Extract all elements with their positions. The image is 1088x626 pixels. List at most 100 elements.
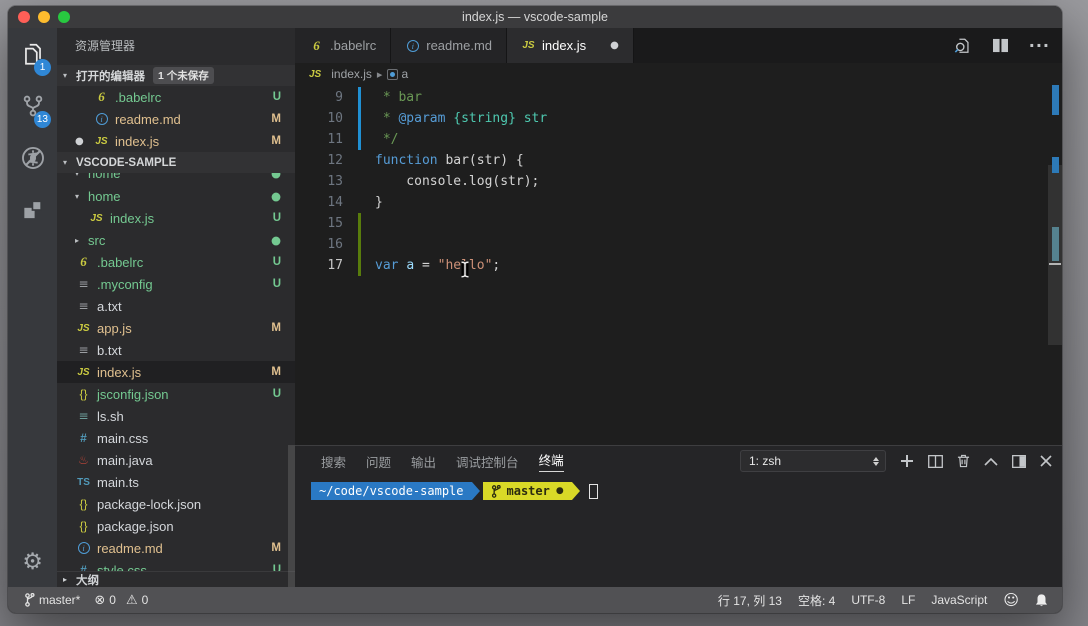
code-line[interactable]: 16 [295, 234, 1062, 255]
tree-item-mainjava[interactable]: ♨ main.java [57, 449, 295, 471]
tab-babelrc[interactable]: 6 .babelrc [295, 28, 391, 63]
code-line[interactable]: 12 function bar(str) { [295, 150, 1062, 171]
dirty-dot-icon[interactable]: ● [610, 40, 619, 51]
overview-ruler[interactable] [1048, 85, 1062, 445]
warning-icon: ⚠ [126, 593, 138, 608]
text-file-icon: ≡ [75, 299, 92, 313]
info-icon: i [407, 40, 419, 52]
explorer-badge: 1 [34, 59, 51, 76]
toggle-panel-position-icon[interactable] [1012, 455, 1026, 468]
info-icon: i [96, 113, 108, 125]
settings-gear-icon[interactable]: ⚙ [8, 549, 57, 575]
sidebar-title: 资源管理器 [57, 28, 295, 65]
ts-icon: TS [75, 477, 92, 488]
open-editor-readme[interactable]: i readme.md M [57, 108, 295, 130]
code-line[interactable]: 9 * bar [295, 87, 1062, 108]
activity-debug[interactable] [8, 132, 57, 184]
tree-item-babelrc[interactable]: 6 .babelrc U [57, 251, 295, 273]
gutter-modified-indicator [358, 87, 361, 108]
code-line[interactable]: 14 } [295, 192, 1062, 213]
minimize-window-button[interactable] [38, 11, 50, 23]
breadcrumb-symbol[interactable]: a [387, 67, 408, 81]
close-window-button[interactable] [18, 11, 30, 23]
tab-readme[interactable]: i readme.md [391, 28, 507, 63]
code-line[interactable]: 10 * @param {string} str [295, 108, 1062, 129]
code-line[interactable]: 15 [295, 213, 1062, 234]
code-line-current[interactable]: 17 var a = "hello"; [295, 255, 1062, 276]
breadcrumb[interactable]: JS index.js ▸ a [295, 63, 1062, 85]
sidebar-scrollbar[interactable] [288, 445, 295, 587]
feedback-smiley-icon[interactable]: ☺ [1003, 591, 1019, 609]
panel-tab-terminal-active[interactable]: 终端 [539, 450, 564, 472]
branch-icon [491, 485, 501, 498]
statusbar-eol[interactable]: LF [901, 593, 915, 607]
close-panel-icon[interactable] [1040, 455, 1052, 467]
code-line[interactable]: 13 console.log(str); [295, 171, 1062, 192]
notifications-bell-icon[interactable] [1035, 593, 1048, 607]
statusbar-indentation[interactable]: 空格: 4 [798, 592, 835, 609]
tree-item-packagejson[interactable]: {} package.json [57, 515, 295, 537]
info-icon: i [78, 542, 90, 554]
js-icon: JS [88, 213, 105, 224]
activity-extensions[interactable] [8, 184, 57, 236]
activity-explorer[interactable]: 1 [8, 28, 57, 80]
tree-item-lssh[interactable]: ≡ ls.sh [57, 405, 295, 427]
tree-item-home-clipped[interactable]: ▾ home ● [57, 173, 295, 184]
activity-bar: 1 13 ⚙ [8, 28, 57, 587]
statusbar-language[interactable]: JavaScript [931, 593, 987, 607]
split-terminal-icon[interactable] [928, 455, 943, 468]
tree-item-jsconfig[interactable]: {} jsconfig.json U [57, 383, 295, 405]
tree-item-maints[interactable]: TS main.ts [57, 471, 295, 493]
open-editors-header[interactable]: ▾ 打开的编辑器 1 个未保存 [57, 65, 295, 86]
maximize-panel-chevron-icon[interactable] [984, 457, 998, 466]
tree-item-appjs[interactable]: JS app.js M [57, 317, 295, 339]
open-editor-babelrc[interactable]: 6 .babelrc U [57, 86, 295, 108]
tree-item-btxt[interactable]: ≡ b.txt [57, 339, 295, 361]
js-icon: JS [309, 69, 321, 80]
tree-item-myconfig[interactable]: ≡ .myconfig U [57, 273, 295, 295]
open-preview-icon[interactable] [954, 37, 972, 55]
status-bar: master* ⊗ 0 ⚠ 0 行 17, 列 13 空格: 4 UTF-8 L… [8, 587, 1062, 613]
git-status-badge: U [273, 91, 295, 103]
terminal-select[interactable]: 1: zsh [740, 450, 886, 472]
tree-item-atxt[interactable]: ≡ a.txt [57, 295, 295, 317]
tree-item-indexjs-selected[interactable]: JS index.js M [57, 361, 295, 383]
activity-source-control[interactable]: 13 [8, 80, 57, 132]
more-actions-icon[interactable]: ··· [1029, 36, 1050, 55]
panel-tab-output[interactable]: 输出 [411, 452, 436, 471]
breadcrumb-file[interactable]: index.js [331, 67, 372, 81]
panel-tab-debug-console[interactable]: 调试控制台 [456, 452, 519, 471]
tree-item-readme[interactable]: i readme.md M [57, 537, 295, 559]
statusbar-branch[interactable]: master* [24, 593, 80, 607]
twistie-icon: ▾ [63, 158, 76, 167]
statusbar-encoding[interactable]: UTF-8 [851, 593, 885, 607]
prompt-path-segment: ~/code/vscode-sample [311, 482, 472, 500]
babel-icon: 6 [93, 89, 110, 105]
babel-icon: 6 [309, 38, 324, 54]
split-editor-icon[interactable] [992, 38, 1009, 53]
panel-tab-problems[interactable]: 问题 [366, 452, 391, 471]
outline-label: 大纲 [76, 572, 99, 588]
kill-terminal-trash-icon[interactable] [957, 454, 970, 468]
title-bar[interactable]: index.js — vscode-sample [8, 6, 1062, 28]
tab-indexjs-active[interactable]: JS index.js ● [507, 28, 634, 63]
statusbar-problems[interactable]: ⊗ 0 ⚠ 0 [94, 593, 148, 608]
project-section-header[interactable]: ▾ VSCODE-SAMPLE [57, 152, 295, 173]
new-terminal-icon[interactable] [900, 454, 914, 468]
terminal-content[interactable]: ~/code/vscode-sample master ● [311, 482, 598, 500]
outline-section-header[interactable]: ▸ 大纲 [57, 571, 295, 587]
desktop-background: index.js — vscode-sample 1 13 ⚙ [0, 0, 1088, 626]
config-file-icon: ≡ [75, 277, 92, 291]
tree-item-maincss[interactable]: # main.css [57, 427, 295, 449]
tree-item-src[interactable]: ▸ src ● [57, 229, 295, 251]
panel-tab-search[interactable]: 搜索 [321, 452, 346, 471]
ruler-modified-marker [1052, 157, 1059, 173]
tree-item-home-indexjs[interactable]: JS index.js U [57, 207, 295, 229]
statusbar-cursor-position[interactable]: 行 17, 列 13 [718, 592, 782, 609]
tree-item-package-lock[interactable]: {} package-lock.json [57, 493, 295, 515]
code-editor[interactable]: 9 * bar 10 * @param {string} str 11 */ 1… [295, 85, 1062, 445]
tree-item-home[interactable]: ▾ home ● [57, 185, 295, 207]
code-line[interactable]: 11 */ [295, 129, 1062, 150]
zoom-window-button[interactable] [58, 11, 70, 23]
open-editor-indexjs[interactable]: ● JS index.js M [57, 130, 295, 152]
